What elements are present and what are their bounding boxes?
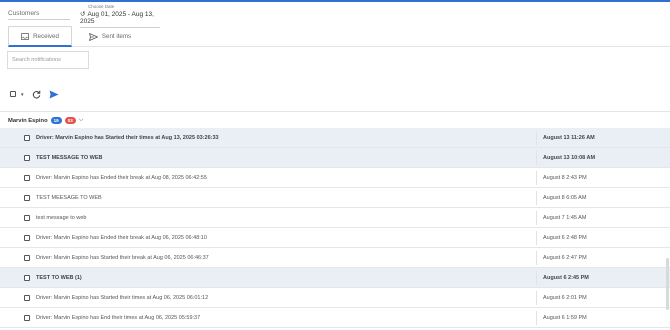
column-divider (536, 231, 537, 245)
inbox-icon (21, 32, 29, 40)
column-divider (536, 191, 537, 205)
divider (0, 111, 670, 112)
tab-received-label: Received (33, 32, 59, 40)
message-time: August 13 11:26 AM (543, 135, 595, 141)
table-row[interactable]: Driver: Marvin Espino has Started their … (0, 128, 670, 148)
row-checkbox[interactable] (24, 295, 30, 301)
column-divider (536, 151, 537, 165)
top-accent-bar (0, 0, 670, 2)
column-divider (536, 131, 537, 145)
message-text: Driver: Marvin Espino has End their time… (36, 315, 201, 321)
message-time: August 6 1:59 PM (543, 315, 587, 321)
total-count-badge: 19 (50, 117, 62, 124)
row-checkbox[interactable] (24, 235, 30, 241)
history-icon: ↺ (80, 11, 86, 18)
column-divider (536, 311, 537, 325)
message-text: Driver: Marvin Espino has Started their … (36, 135, 219, 141)
message-text: TEST MEESAGE TO WEB (36, 195, 102, 201)
table-row[interactable]: Driver: Marvin Espino has Started their … (0, 248, 670, 268)
message-time: August 6 2:47 PM (543, 255, 587, 261)
group-name: Marvin Espino (8, 117, 48, 124)
message-text: test message to web (36, 215, 87, 221)
row-checkbox[interactable] (24, 275, 30, 281)
table-row[interactable]: Driver: Marvin Espino has Ended their br… (0, 168, 670, 188)
notification-list: Driver: Marvin Espino has Started their … (0, 128, 670, 328)
refresh-icon[interactable] (32, 90, 41, 99)
customers-select[interactable]: Customers (8, 10, 70, 20)
select-all-checkbox[interactable] (10, 91, 16, 97)
tab-sent-items-label: Sent items (101, 33, 132, 40)
message-text: TEST MESSAGE TO WEB (36, 155, 103, 161)
customers-select-label: Customers (8, 10, 40, 17)
send-icon[interactable] (49, 90, 59, 99)
tab-bar: Received Sent items (8, 26, 670, 47)
date-range-value: Aug 01, 2025 - Aug 13, 2025 (80, 11, 154, 25)
group-header[interactable]: Marvin Espino 19 03 ⌵ (8, 116, 83, 125)
scrollbar-thumb[interactable] (666, 258, 669, 310)
table-row[interactable]: TEST MESSAGE TO WEB August 13 10:08 AM (0, 148, 670, 168)
table-row[interactable]: Driver: Marvin Espino has Ended their br… (0, 228, 670, 248)
message-text: Driver: Marvin Espino has Ended their br… (36, 175, 207, 181)
row-checkbox[interactable] (24, 195, 30, 201)
table-row[interactable]: Driver: Marvin Espino has Started their … (0, 288, 670, 308)
search-placeholder: Search notifications (12, 57, 61, 63)
message-time: August 6 2:45 PM (543, 275, 589, 281)
message-text: TEST TO WEB (1) (36, 275, 82, 281)
toolbar: ▼ (10, 89, 59, 99)
unread-count-badge: 03 (64, 117, 76, 124)
row-checkbox[interactable] (24, 215, 30, 221)
message-time: August 6 2:48 PM (543, 235, 587, 241)
row-checkbox[interactable] (24, 175, 30, 181)
column-divider (536, 171, 537, 185)
column-divider (536, 291, 537, 305)
message-time: August 8 6:05 AM (543, 195, 587, 201)
message-time: August 7 1:45 AM (543, 215, 587, 221)
column-divider (536, 211, 537, 225)
caret-down-icon[interactable]: ▼ (20, 92, 24, 97)
column-divider (536, 251, 537, 265)
message-text: Driver: Marvin Espino has Started their … (36, 255, 209, 261)
chevron-down-icon[interactable]: ⌵ (79, 117, 84, 124)
message-time: August 8 2:43 PM (543, 175, 587, 181)
message-time: August 6 2:01 PM (543, 295, 587, 301)
row-checkbox[interactable] (24, 315, 30, 321)
message-time: August 13 10:08 AM (543, 155, 596, 161)
table-row[interactable]: Driver: Marvin Espino has End their time… (0, 308, 670, 328)
message-text: Driver: Marvin Espino has Started their … (36, 295, 209, 301)
search-notifications-input[interactable]: Search notifications (7, 51, 89, 69)
tab-sent-items[interactable]: Sent items (80, 26, 140, 47)
row-checkbox[interactable] (24, 155, 30, 161)
date-picker-label: Choose Date (88, 4, 115, 9)
table-row[interactable]: TEST TO WEB (1) August 6 2:45 PM (0, 268, 670, 288)
message-text: Driver: Marvin Espino has Ended their br… (36, 235, 207, 241)
tab-received[interactable]: Received (8, 26, 72, 47)
column-divider (536, 271, 537, 285)
send-icon (88, 32, 98, 41)
table-row[interactable]: test message to web August 7 1:45 AM (0, 208, 670, 228)
table-row[interactable]: TEST MEESAGE TO WEB August 8 6:05 AM (0, 188, 670, 208)
row-checkbox[interactable] (24, 255, 30, 261)
row-checkbox[interactable] (24, 135, 30, 141)
